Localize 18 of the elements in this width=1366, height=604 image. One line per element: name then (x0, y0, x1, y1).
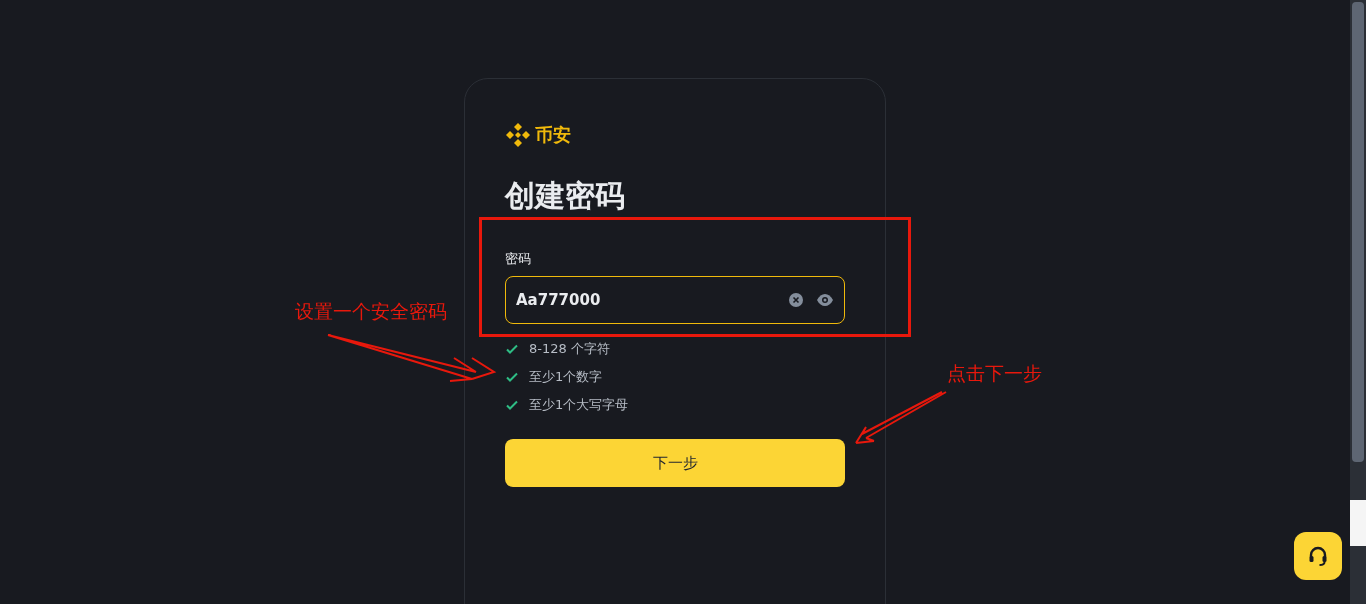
annotation-text: 设置一个安全密码 (295, 299, 447, 324)
scrollbar-thumb[interactable] (1352, 2, 1364, 462)
diamond-logo-icon (505, 121, 531, 148)
headset-icon (1307, 545, 1329, 567)
logo-text: 币安 (535, 123, 571, 147)
scrollbar[interactable] (1350, 0, 1366, 604)
requirement-text: 8-128 个字符 (529, 340, 610, 359)
annotation-text: 点击下一步 (947, 361, 1042, 386)
password-input[interactable]: Aa777000 (516, 288, 788, 312)
eye-icon[interactable] (816, 293, 834, 307)
support-button[interactable] (1294, 532, 1342, 580)
requirement-text: 至少1个数字 (529, 368, 603, 387)
field-label: 密码 (505, 250, 532, 268)
clear-icon[interactable] (788, 292, 804, 308)
next-button[interactable]: 下一步 (505, 439, 845, 487)
password-field[interactable]: Aa777000 (505, 276, 845, 324)
page-title: 创建密码 (505, 177, 626, 215)
requirement-text: 至少1个大写字母 (529, 396, 629, 415)
